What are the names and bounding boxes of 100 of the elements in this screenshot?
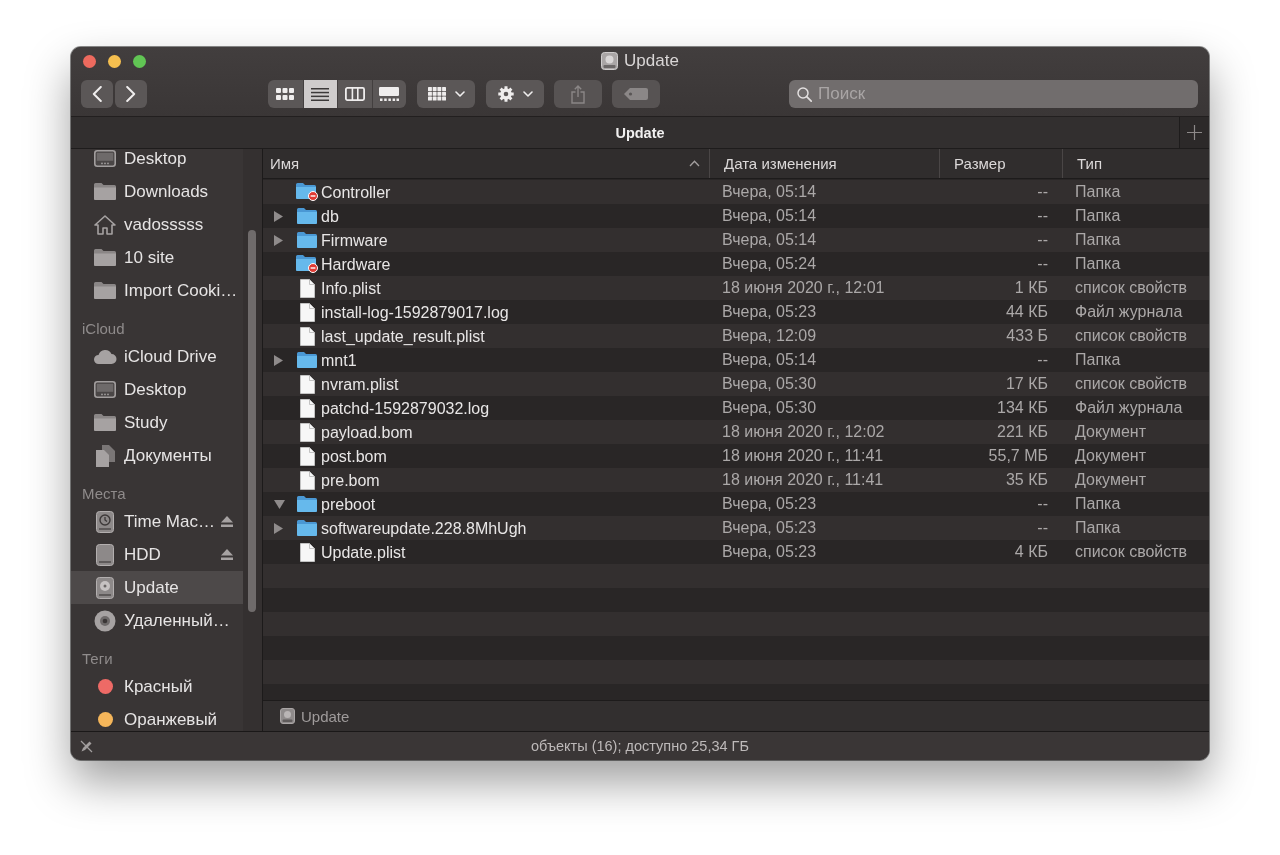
tab[interactable]: Update	[71, 117, 1179, 148]
search-icon	[797, 86, 812, 102]
minimize-button[interactable]	[108, 54, 121, 68]
column-header[interactable]: Имя	[263, 149, 709, 178]
share-icon	[571, 84, 585, 104]
file-name[interactable]: Update.plist	[321, 542, 406, 562]
file-name[interactable]: Info.plist	[321, 278, 381, 298]
file-kind: Папка	[1075, 255, 1121, 272]
document-icon	[299, 278, 315, 298]
column-header[interactable]: Размер	[939, 149, 1062, 178]
file-name[interactable]: mnt1	[321, 350, 357, 370]
sidebar-item[interactable]: HDD	[71, 538, 243, 571]
file-name[interactable]: patchd-1592879032.log	[321, 398, 490, 418]
file-name[interactable]: post.bom	[321, 446, 387, 466]
path-item[interactable]: Update	[280, 707, 350, 725]
search-field[interactable]: Поиск	[789, 80, 1198, 108]
chevron-down-icon	[522, 91, 533, 97]
file-name[interactable]: Hardware	[321, 254, 391, 274]
sidebar-item[interactable]: Downloads	[71, 175, 243, 208]
file-name[interactable]: install-log-1592879017.log	[321, 302, 509, 322]
house-icon	[94, 214, 116, 235]
modified-date: 18 июня 2020 г., 11:41	[722, 471, 884, 488]
modified-date: Вчера, 12:09	[722, 327, 817, 344]
file-size: --	[1037, 495, 1048, 512]
modified-date: 18 июня 2020 г., 12:01	[722, 279, 885, 296]
sidebar-item[interactable]: iCloud Drive	[71, 340, 243, 373]
file-name[interactable]: preboot	[321, 494, 376, 514]
modified-date: Вчера, 05:24	[722, 255, 817, 272]
forward-button[interactable]	[115, 80, 147, 108]
sidebar-item[interactable]: Красный	[71, 670, 243, 703]
file-size: 4 КБ	[1014, 543, 1048, 560]
close-button[interactable]	[83, 54, 96, 68]
columns-icon	[344, 87, 365, 101]
folder-icon	[297, 232, 317, 248]
disclosure-triangle-icon[interactable]	[274, 234, 283, 246]
file-name[interactable]: Controller	[321, 182, 391, 202]
zoom-button[interactable]	[133, 54, 146, 68]
icon-view-button[interactable]	[268, 80, 303, 108]
group-button[interactable]	[417, 80, 475, 108]
file-size: 17 КБ	[1005, 375, 1048, 392]
file-name[interactable]: Firmware	[321, 230, 388, 250]
sidebar-item[interactable]: vadosssss	[71, 208, 243, 241]
sidebar-item[interactable]: Update	[71, 571, 243, 604]
file-size: 134 КБ	[997, 399, 1048, 416]
modified-date: Вчера, 05:23	[722, 543, 817, 560]
file-size: 1 КБ	[1014, 279, 1048, 296]
back-button[interactable]	[81, 80, 113, 108]
file-kind: Папка	[1075, 519, 1121, 536]
file-name[interactable]: last_update_result.plist	[321, 326, 485, 346]
list-view-button[interactable]	[302, 80, 337, 108]
disclosure-triangle-icon[interactable]	[274, 354, 283, 366]
file-name[interactable]: payload.bom	[321, 422, 413, 442]
file-name[interactable]: nvram.plist	[321, 374, 399, 394]
file-size: 44 КБ	[1005, 303, 1048, 320]
eject-icon[interactable]	[221, 516, 233, 527]
file-kind: Файл журнала	[1075, 303, 1183, 320]
disclosure-triangle-icon[interactable]	[274, 210, 283, 222]
folder-minus-badge-icon	[296, 255, 318, 273]
desktop-icon	[94, 381, 116, 398]
window-title: Update	[624, 51, 679, 71]
file-kind: список свойств	[1075, 327, 1188, 344]
action-button[interactable]	[486, 80, 544, 108]
folder-icon	[94, 183, 116, 200]
gallery-view-button[interactable]	[371, 80, 406, 108]
sidebar-item[interactable]: Desktop	[71, 149, 243, 175]
sidebar-item[interactable]: Study	[71, 406, 243, 439]
modified-date: 18 июня 2020 г., 11:41	[722, 447, 884, 464]
document-icon	[299, 470, 315, 490]
sidebar-item[interactable]: Удаленный…	[71, 604, 243, 637]
sidebar-item[interactable]: Desktop	[71, 373, 243, 406]
new-tab-button[interactable]	[1179, 117, 1209, 148]
document-icon	[299, 422, 315, 442]
folder-icon	[297, 208, 317, 224]
drive-clock-icon	[96, 510, 114, 533]
disclosure-triangle-icon[interactable]	[274, 522, 283, 534]
file-kind: Папка	[1075, 495, 1121, 512]
sidebar-section-title: Места	[81, 484, 127, 504]
chevron-down-icon	[454, 91, 465, 97]
sidebar-item[interactable]: Оранжевый	[71, 703, 243, 731]
sidebar-section-title: iCloud	[81, 319, 126, 339]
document-icon	[299, 446, 315, 466]
folder-icon	[94, 249, 116, 266]
disclosure-triangle-icon[interactable]	[274, 499, 285, 509]
scrollbar-thumb[interactable]	[248, 230, 256, 612]
sidebar-item[interactable]: Документы	[71, 439, 243, 472]
sidebar-item[interactable]: 10 site	[71, 241, 243, 274]
modified-date: Вчера, 05:23	[722, 519, 817, 536]
sidebar-item[interactable]: Time Mac…	[71, 505, 243, 538]
file-name[interactable]: pre.bom	[321, 470, 380, 490]
gallery-icon	[379, 87, 400, 101]
file-kind: Папка	[1075, 351, 1121, 368]
folder-icon	[297, 496, 317, 512]
column-header[interactable]: Тип	[1062, 149, 1209, 178]
file-name[interactable]: softwareupdate.228.8MhUgh	[321, 518, 527, 538]
column-view-button[interactable]	[337, 80, 372, 108]
eject-icon[interactable]	[221, 549, 233, 560]
file-name[interactable]: db	[321, 206, 339, 226]
modified-date: Вчера, 05:23	[722, 495, 817, 512]
column-header[interactable]: Дата изменения	[709, 149, 939, 178]
sidebar-item[interactable]: Import Cooki…	[71, 274, 243, 307]
